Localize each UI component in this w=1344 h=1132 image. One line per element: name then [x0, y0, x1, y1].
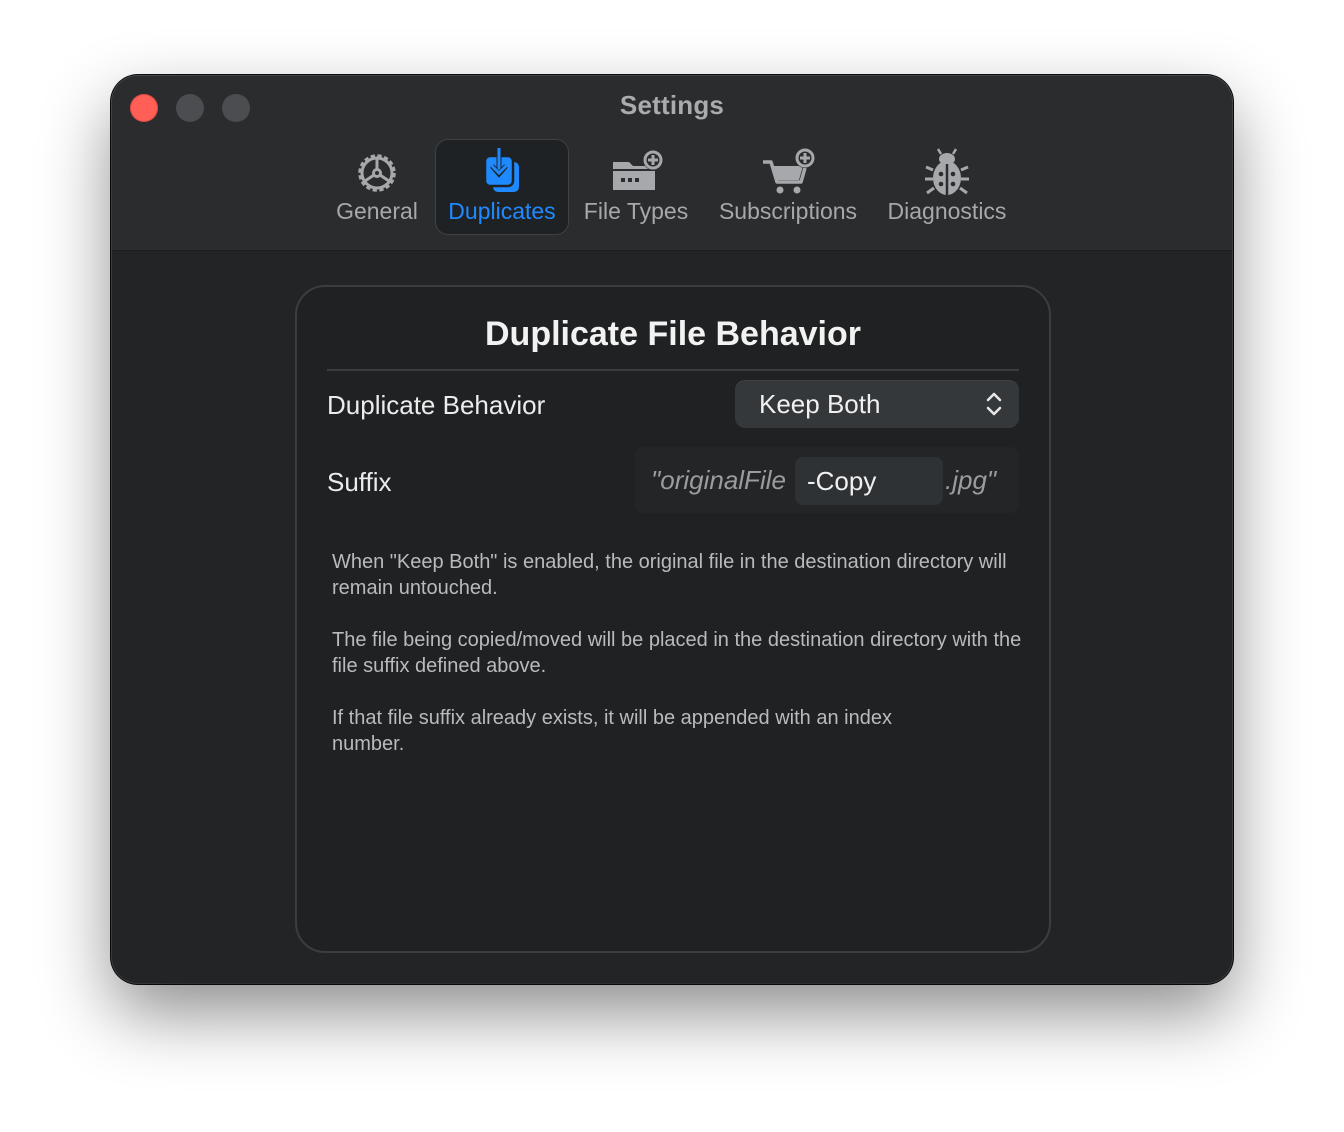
duplicate-settings-panel: Duplicate File Behavior Duplicate Behavi…	[295, 285, 1051, 953]
tab-label: Duplicates	[448, 198, 556, 224]
tab-duplicates[interactable]: Duplicates	[436, 140, 568, 234]
duplicate-behavior-select[interactable]: Keep Both	[735, 380, 1019, 428]
tab-subscriptions[interactable]: Subscriptions	[712, 140, 864, 234]
window-title: Settings	[619, 90, 725, 120]
duplicate-behavior-label: Duplicate Behavior	[327, 390, 546, 420]
tab-file-types[interactable]: File Types	[580, 140, 692, 234]
suffix-prefix-example: "originalFile	[651, 465, 786, 495]
tab-label: General	[336, 198, 418, 224]
divider	[327, 369, 1019, 371]
toolbar: Settings General Duplicates File Types S…	[112, 76, 1232, 251]
gear-icon	[358, 154, 396, 192]
panel-title: Duplicate File Behavior	[485, 315, 861, 353]
suffix-input[interactable]	[795, 457, 943, 505]
duplicate-download-icon	[483, 148, 519, 192]
suffix-preview: "originalFile .jpg"	[635, 447, 1019, 513]
tab-label: Diagnostics	[887, 198, 1007, 224]
bug-icon	[925, 148, 969, 195]
description-text: When "Keep Both" is enabled, the origina…	[332, 551, 1007, 599]
tab-general[interactable]: General	[332, 140, 422, 234]
description-text: The file being copied/moved will be plac…	[332, 629, 1022, 677]
description-text: If that file suffix already exists, it w…	[332, 707, 892, 755]
tab-label: File Types	[583, 198, 689, 224]
suffix-label: Suffix	[327, 467, 392, 497]
cart-add-icon	[763, 148, 815, 194]
settings-window: Settings General Duplicates File Types S…	[112, 76, 1232, 983]
chevron-up-down-icon	[986, 392, 1002, 416]
tab-label: Subscriptions	[718, 198, 858, 224]
settings-tabs: General Duplicates File Types Subscripti…	[112, 140, 1232, 236]
suffix-input-box[interactable]	[795, 457, 943, 505]
select-value: Keep Both	[759, 389, 881, 419]
folder-add-icon	[613, 150, 663, 190]
tab-diagnostics[interactable]: Diagnostics	[884, 140, 1010, 234]
suffix-extension-example: .jpg"	[945, 465, 997, 495]
